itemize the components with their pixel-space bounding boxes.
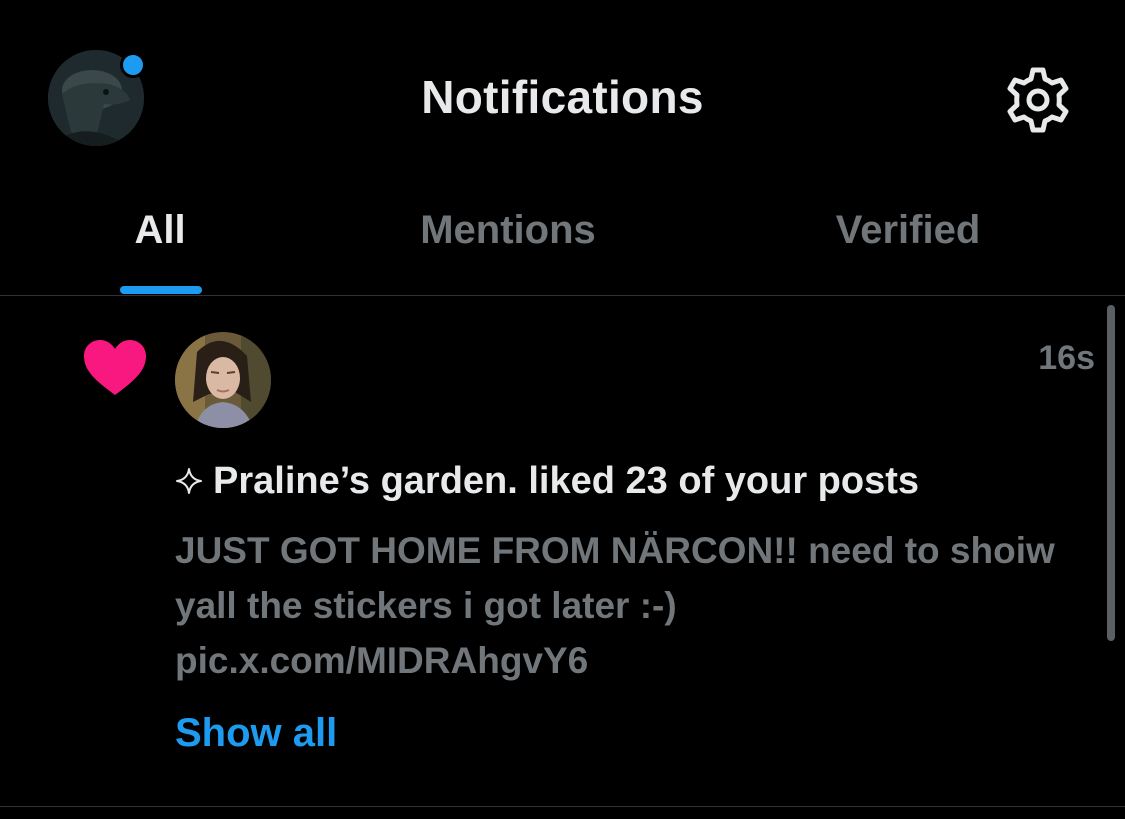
gear-icon[interactable] <box>1000 62 1076 138</box>
post-preview-text[interactable]: JUST GOT HOME FROM NÄRCON!! need to shoi… <box>175 523 1055 688</box>
scrollbar[interactable] <box>1107 305 1115 641</box>
timestamp: 16s <box>1038 339 1095 377</box>
tab-verified[interactable]: Verified <box>758 202 1058 282</box>
tab-mentions[interactable]: Mentions <box>358 202 658 282</box>
notification-headline[interactable]: Praline’s garden. liked 23 of your posts <box>175 455 1075 507</box>
page-title: Notifications <box>421 71 704 123</box>
tab-bar: All Mentions Verified <box>0 190 1125 296</box>
headline-text: Praline’s garden. liked 23 of your posts <box>213 460 920 502</box>
notification-item[interactable]: 16s Praline’s garden. liked 23 of your p… <box>0 297 1125 807</box>
show-all-link[interactable]: Show all <box>175 711 337 756</box>
heart-icon <box>82 339 148 397</box>
liker-avatar[interactable] <box>175 332 271 428</box>
notifications-screen: Notifications All Mentions Verified 16s … <box>0 0 1125 819</box>
active-tab-indicator <box>120 286 202 294</box>
sparkle-icon <box>175 467 203 495</box>
header: Notifications <box>0 0 1125 190</box>
tab-all[interactable]: All <box>60 202 260 282</box>
